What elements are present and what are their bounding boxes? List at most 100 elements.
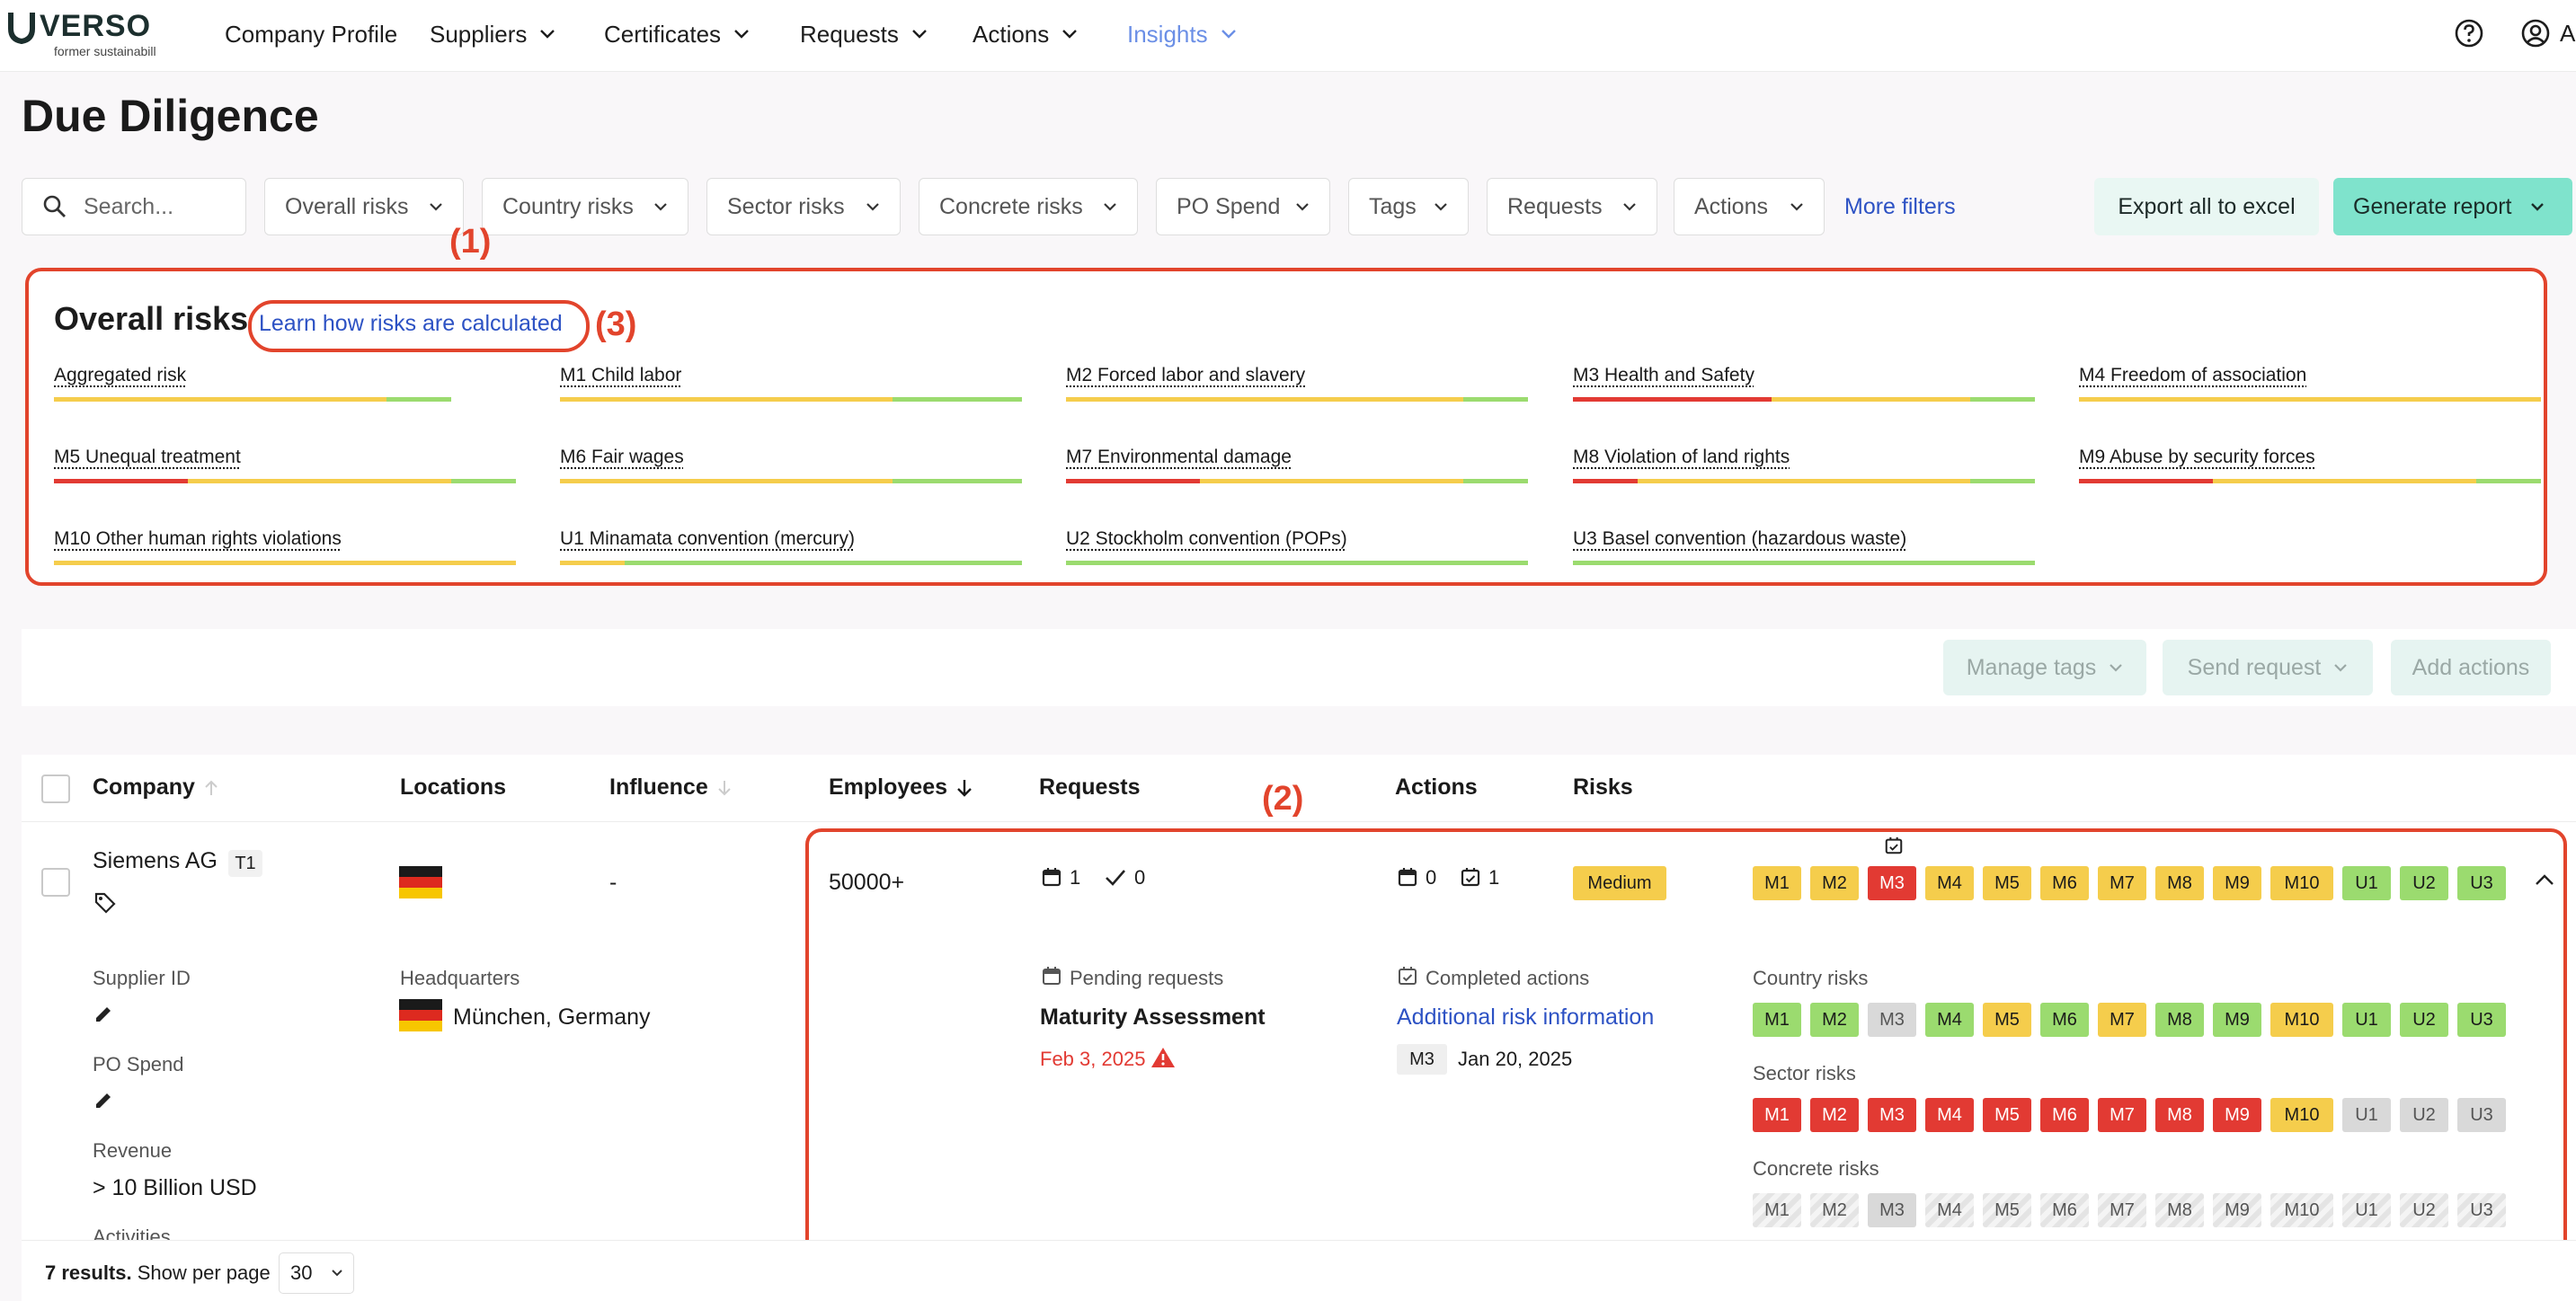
concrete-risk-chip[interactable]: M10: [2270, 1193, 2333, 1227]
filter-actions[interactable]: Actions: [1674, 178, 1825, 235]
country-risk-chip[interactable]: M9: [2213, 1003, 2261, 1037]
nav-suppliers[interactable]: Suppliers: [430, 16, 555, 52]
sector-risk-chip[interactable]: M6: [2040, 1098, 2089, 1132]
overall-risk-chip[interactable]: U1: [2342, 866, 2391, 900]
sector-risk-chip[interactable]: M8: [2155, 1098, 2204, 1132]
concrete-risk-chip[interactable]: M6: [2040, 1193, 2089, 1227]
sector-risks-label: Sector risks: [1753, 1062, 1856, 1084]
concrete-risk-chip[interactable]: M8: [2155, 1193, 2204, 1227]
filter-overall-risks[interactable]: Overall risks: [264, 178, 464, 235]
country-risk-chip[interactable]: M6: [2040, 1003, 2089, 1037]
export-excel-button[interactable]: Export all to excel: [2094, 178, 2319, 235]
concrete-risk-chip[interactable]: M1: [1753, 1193, 1801, 1227]
user-initial[interactable]: A: [2560, 20, 2575, 48]
filter-requests[interactable]: Requests: [1487, 178, 1657, 235]
overall-risk-chip[interactable]: M1: [1753, 866, 1801, 900]
overall-risk-chip[interactable]: M3: [1868, 866, 1916, 900]
filter-tags[interactable]: Tags: [1348, 178, 1469, 235]
column-header-influence[interactable]: Influence: [609, 774, 732, 801]
brand-name[interactable]: VERSO: [40, 9, 151, 44]
chevron-up-icon[interactable]: [2535, 873, 2554, 886]
concrete-risk-chip[interactable]: U3: [2457, 1193, 2506, 1227]
concrete-risk-chip[interactable]: M3: [1868, 1193, 1916, 1227]
pending-requests-label: Pending requests: [1070, 967, 1224, 989]
filter-po-spend[interactable]: PO Spend: [1156, 178, 1330, 235]
filter-concrete-risks[interactable]: Concrete risks: [919, 178, 1138, 235]
overall-risk-chip[interactable]: U2: [2400, 866, 2448, 900]
country-risk-chip[interactable]: M10: [2270, 1003, 2333, 1037]
concrete-risk-chip[interactable]: M4: [1925, 1193, 1974, 1227]
sector-risk-chip[interactable]: M1: [1753, 1098, 1801, 1132]
nav-company-profile[interactable]: Company Profile: [225, 16, 397, 52]
tag-icon[interactable]: [93, 891, 117, 915]
nav-requests[interactable]: Requests: [800, 16, 928, 52]
per-page-label: Show per page: [137, 1261, 271, 1284]
country-risk-chip[interactable]: M1: [1753, 1003, 1801, 1037]
edit-pencil-icon[interactable]: [93, 1005, 113, 1024]
search-input[interactable]: Search...: [22, 178, 246, 235]
overall-risk-chip[interactable]: M5: [1983, 866, 2031, 900]
sector-risk-chip[interactable]: M5: [1983, 1098, 2031, 1132]
manage-tags-button[interactable]: Manage tags: [1943, 640, 2146, 695]
page-title: Due Diligence: [22, 91, 319, 141]
select-all-checkbox[interactable]: [41, 774, 70, 803]
per-page-select[interactable]: 30: [279, 1252, 354, 1294]
country-risk-chip[interactable]: M8: [2155, 1003, 2204, 1037]
concrete-risk-chip[interactable]: M5: [1983, 1193, 2031, 1227]
requests-done-count: 0: [1134, 866, 1146, 889]
nav-certificates[interactable]: Certificates: [604, 16, 750, 52]
overall-risk-chip[interactable]: M4: [1925, 866, 1974, 900]
help-icon[interactable]: [2454, 18, 2484, 49]
country-risk-chip[interactable]: M3: [1868, 1003, 1916, 1037]
employees-value: 50000+: [829, 870, 905, 895]
more-filters-link[interactable]: More filters: [1844, 194, 1956, 220]
sector-risk-chip[interactable]: U2: [2400, 1098, 2448, 1132]
edit-pencil-icon[interactable]: [93, 1091, 113, 1111]
filter-sector-risks[interactable]: Sector risks: [706, 178, 901, 235]
concrete-risk-chip[interactable]: M2: [1810, 1193, 1859, 1227]
chevron-down-icon: [734, 30, 749, 39]
send-request-button[interactable]: Send request: [2163, 640, 2373, 695]
generate-report-button[interactable]: Generate report: [2333, 178, 2572, 235]
filter-country-risks[interactable]: Country risks: [482, 178, 688, 235]
sector-risk-chip[interactable]: M10: [2270, 1098, 2333, 1132]
chevron-down-icon: [540, 30, 555, 39]
overall-risk-chip[interactable]: M2: [1810, 866, 1859, 900]
overall-risk-chip[interactable]: M6: [2040, 866, 2089, 900]
country-risk-chip[interactable]: U3: [2457, 1003, 2506, 1037]
country-risk-chip[interactable]: M2: [1810, 1003, 1859, 1037]
send-request-label: Send request: [2187, 654, 2322, 680]
column-header-employees[interactable]: Employees: [829, 774, 973, 801]
country-risk-chip[interactable]: M5: [1983, 1003, 2031, 1037]
row-checkbox[interactable]: [41, 868, 70, 897]
country-risk-chip[interactable]: M4: [1925, 1003, 1974, 1037]
sector-risk-chip[interactable]: U3: [2457, 1098, 2506, 1132]
pending-request-name[interactable]: Maturity Assessment: [1040, 1005, 1266, 1031]
overall-risk-chip[interactable]: M9: [2213, 866, 2261, 900]
sector-risk-chip[interactable]: M4: [1925, 1098, 1974, 1132]
country-risk-chip[interactable]: M7: [2098, 1003, 2146, 1037]
add-actions-button[interactable]: Add actions: [2391, 640, 2551, 695]
country-risk-chip[interactable]: U1: [2342, 1003, 2391, 1037]
concrete-risk-chip[interactable]: M9: [2213, 1193, 2261, 1227]
overall-risk-chip[interactable]: M8: [2155, 866, 2204, 900]
nav-insights[interactable]: Insights: [1127, 16, 1237, 52]
sector-risk-chip[interactable]: U1: [2342, 1098, 2391, 1132]
overall-risk-chip[interactable]: M10: [2270, 866, 2333, 900]
nav-actions[interactable]: Actions: [973, 16, 1078, 52]
sector-risk-chip[interactable]: M2: [1810, 1098, 1859, 1132]
overall-risk-chip[interactable]: M7: [2098, 866, 2146, 900]
concrete-risk-chip[interactable]: U2: [2400, 1193, 2448, 1227]
completed-action-link[interactable]: Additional risk information: [1397, 1005, 1654, 1031]
sector-risk-chip[interactable]: M9: [2213, 1098, 2261, 1132]
company-name[interactable]: Siemens AG: [93, 848, 218, 874]
concrete-risk-chip[interactable]: M7: [2098, 1193, 2146, 1227]
country-risk-chip[interactable]: U2: [2400, 1003, 2448, 1037]
sector-risk-chip[interactable]: M3: [1868, 1098, 1916, 1132]
sector-risk-chip[interactable]: M7: [2098, 1098, 2146, 1132]
overall-risk-chip[interactable]: U3: [2457, 866, 2506, 900]
concrete-risk-chip[interactable]: U1: [2342, 1193, 2391, 1227]
user-account-icon[interactable]: [2520, 18, 2551, 49]
column-header-company[interactable]: Company: [93, 774, 218, 801]
chevron-down-icon: [654, 203, 667, 211]
